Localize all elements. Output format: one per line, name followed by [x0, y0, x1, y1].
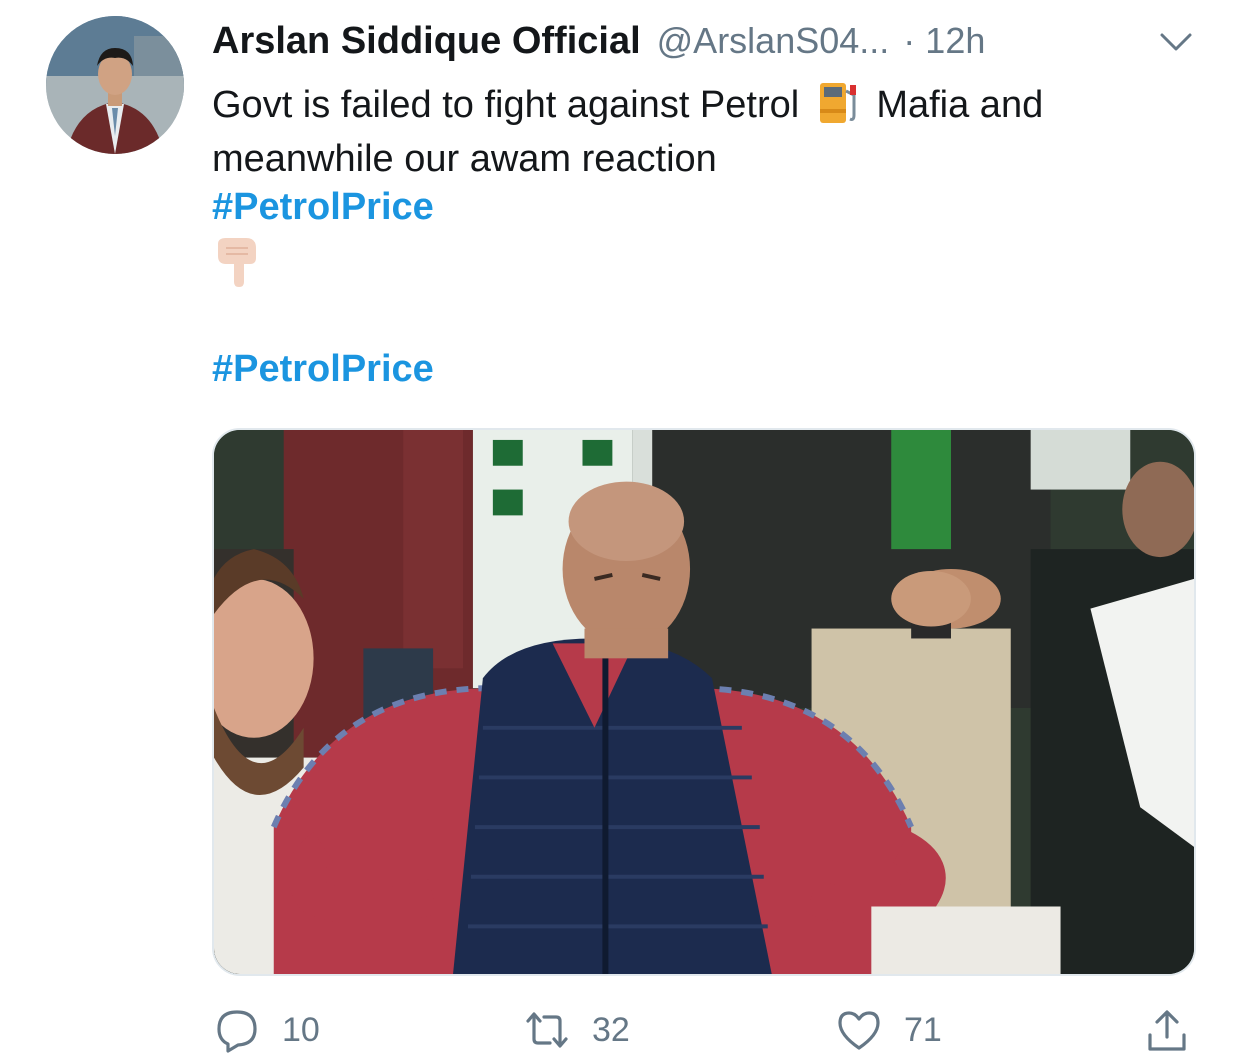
- tweet-text: Govt is failed to fight against Petrol M…: [212, 78, 1202, 186]
- tweet-header: Arslan Siddique Official @ArslanS04... ·…: [212, 20, 1182, 70]
- share-icon: [1148, 1010, 1186, 1051]
- reply-count: 10: [282, 1010, 320, 1049]
- share-button[interactable]: [1144, 1004, 1190, 1056]
- stadium-fan-photo: [214, 430, 1194, 974]
- retweet-icon: [526, 1012, 568, 1048]
- hashtag-link[interactable]: #PetrolPrice: [212, 186, 434, 229]
- like-button[interactable]: 71: [836, 1004, 942, 1056]
- tweet-text-part-1: Govt is failed to fight against Petrol: [212, 84, 800, 126]
- tweet-timestamp[interactable]: 12h: [925, 20, 985, 62]
- fuel-pump-icon: [819, 83, 856, 123]
- author-avatar[interactable]: [46, 16, 184, 154]
- backhand-index-pointing-down-icon: [218, 238, 256, 287]
- tweet-actions: 10 32 71: [0, 1004, 1242, 1059]
- reply-button[interactable]: 10: [214, 1004, 320, 1056]
- avatar-image: [46, 16, 184, 154]
- like-count: 71: [904, 1010, 942, 1049]
- heart-icon: [838, 1011, 880, 1050]
- tweet-media-photo[interactable]: [212, 428, 1196, 976]
- hashtag-link[interactable]: #PetrolPrice: [212, 348, 434, 391]
- retweet-count: 32: [592, 1010, 630, 1049]
- author-handle[interactable]: @ArslanS04...: [657, 20, 890, 62]
- reply-icon: [217, 1010, 257, 1053]
- chevron-down-icon[interactable]: [1158, 30, 1194, 54]
- author-name[interactable]: Arslan Siddique Official: [212, 20, 641, 63]
- retweet-button[interactable]: 32: [524, 1004, 630, 1056]
- header-separator: ·: [903, 20, 916, 61]
